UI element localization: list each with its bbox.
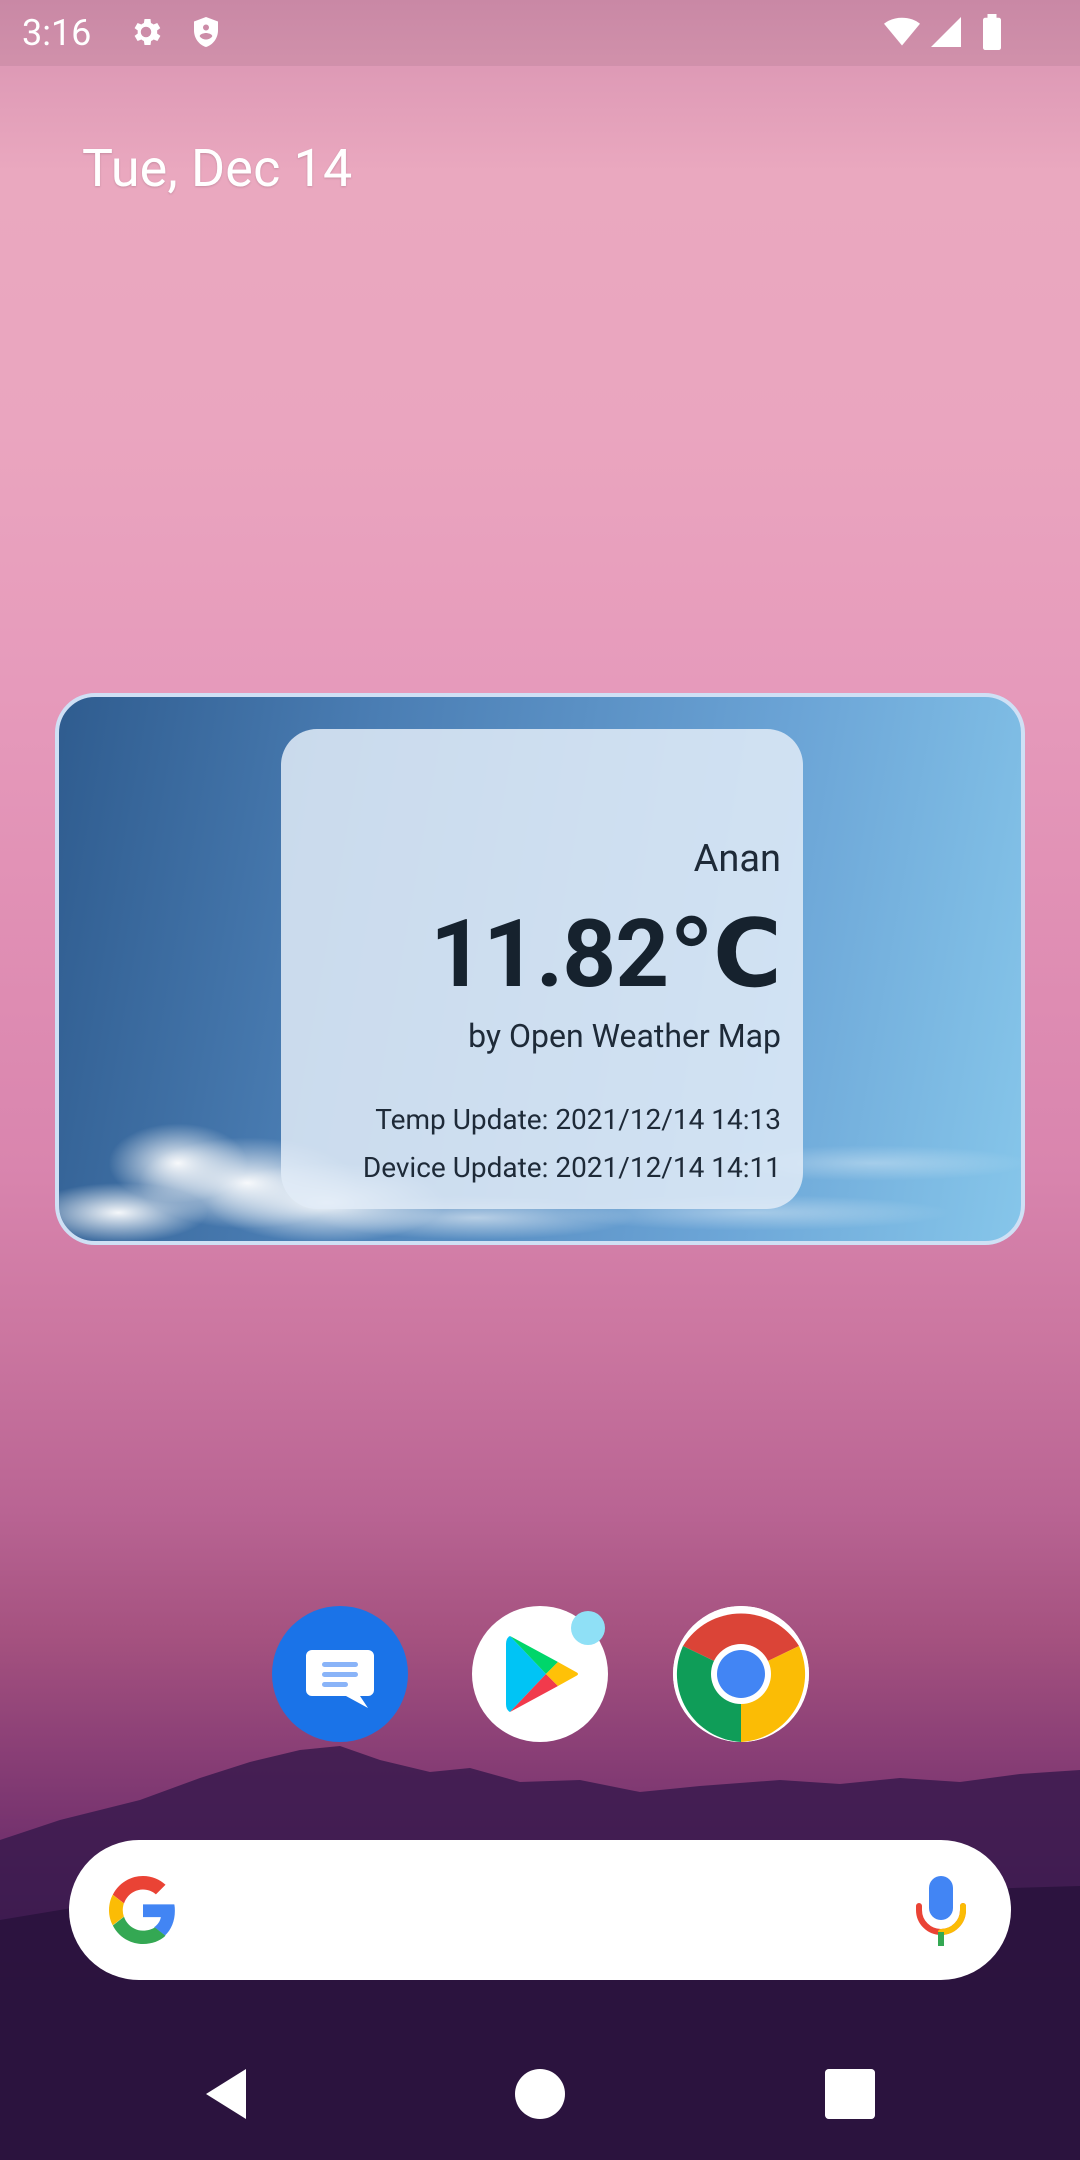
google-g-icon bbox=[109, 1876, 175, 1944]
status-bar: 3:16 bbox=[0, 0, 1080, 66]
messages-app[interactable] bbox=[272, 1606, 408, 1742]
recents-icon[interactable] bbox=[820, 2064, 880, 2124]
back-icon[interactable] bbox=[196, 2064, 256, 2124]
temperature-value: 11.82℃ bbox=[430, 899, 782, 1009]
battery-icon bbox=[983, 14, 1001, 50]
device-update-label: Device Update: 2021/12/14 14:11 bbox=[362, 1151, 781, 1184]
cell-signal-icon bbox=[931, 17, 961, 47]
gear-icon bbox=[134, 18, 161, 46]
google-search-bar[interactable] bbox=[69, 1840, 1011, 1980]
status-time: 3:16 bbox=[22, 12, 92, 54]
chrome-icon bbox=[673, 1606, 809, 1742]
microphone-icon[interactable] bbox=[915, 1874, 967, 1946]
temp-update-label: Temp Update: 2021/12/14 14:13 bbox=[375, 1103, 781, 1136]
chrome-app[interactable] bbox=[673, 1606, 809, 1742]
home-icon[interactable] bbox=[510, 2064, 570, 2124]
date-label[interactable]: Tue, Dec 14 bbox=[82, 138, 352, 199]
wifi-icon bbox=[884, 17, 920, 46]
data-source-label: by Open Weather Map bbox=[468, 1017, 781, 1055]
location-name: Anan bbox=[693, 837, 781, 881]
shield-icon bbox=[194, 17, 218, 47]
notification-dot bbox=[571, 1611, 605, 1645]
weather-card: Anan 11.82℃ by Open Weather Map Temp Upd… bbox=[281, 729, 803, 1209]
messages-icon bbox=[306, 1650, 374, 1708]
weather-widget[interactable]: Anan 11.82℃ by Open Weather Map Temp Upd… bbox=[55, 693, 1025, 1245]
